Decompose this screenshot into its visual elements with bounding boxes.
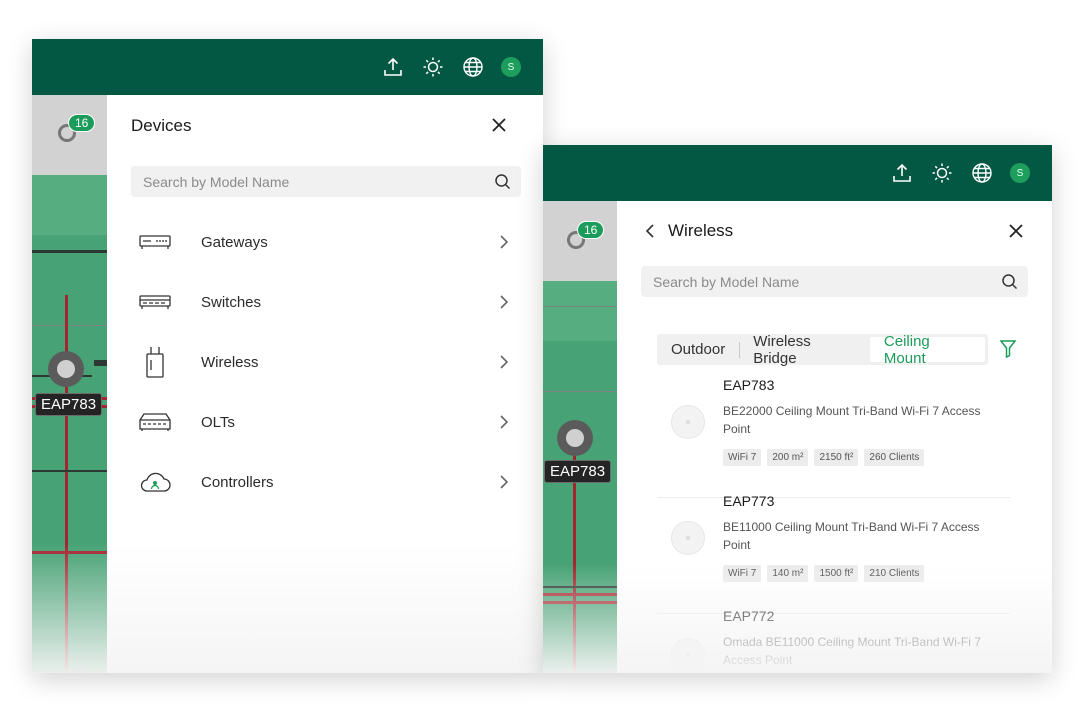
product-description: BE11000 Ceiling Mount Tri-Band Wi-Fi 7 A… [723,520,980,552]
ceiling-ap-image [671,521,705,555]
product-tags: WiFi 7 200 m² 2150 ft² 260 Clients [723,449,925,466]
search-placeholder: Search by Model Name [143,174,290,190]
top-bar-actions: S [890,145,1030,201]
category-controllers[interactable]: Controllers [137,462,509,502]
wireless-icon [137,345,173,379]
wireless-title: Wireless [668,221,734,240]
category-label: Gateways [201,233,268,251]
product-item[interactable]: EAP783 BE22000 Ceiling Mount Tri-Band Wi… [657,377,1010,498]
chevron-right-icon [499,475,509,489]
access-point-label[interactable]: EAP783 [35,393,103,416]
category-tabs: Outdoor Wireless Bridge Ceiling Mount [657,333,988,367]
devices-panel-header: Devices [107,95,543,155]
wall [543,391,617,392]
globe-icon[interactable] [970,161,994,185]
category-olts[interactable]: OLTs [137,402,509,442]
top-bar-actions: S [381,39,521,95]
tab-ceiling-mount[interactable]: Ceiling Mount [869,333,985,367]
tab-outdoor[interactable]: Outdoor [657,337,739,362]
wall [32,250,107,253]
product-tags: WiFi 7 140 m² 1500 ft² 210 Clients [723,565,925,582]
avatar[interactable]: S [1010,163,1030,183]
switch-icon [137,285,173,319]
wireless-panel-header: Wireless [617,201,1052,261]
product-name: EAP772 [723,608,775,624]
top-bar: S [32,39,543,95]
search-placeholder: Search by Model Name [653,274,800,290]
devices-title: Devices [131,116,192,135]
wall [32,470,107,472]
access-point-marker[interactable] [557,420,593,456]
tag-clients: 260 Clients [864,449,925,466]
tag-area-m2: 140 m² [767,565,809,582]
wireless-panel: Wireless Search by Model Name Outdoor Wi… [617,201,1052,673]
search-input[interactable]: Search by Model Name [641,266,1028,297]
tag-area-m2: 200 m² [767,449,809,466]
avatar[interactable]: S [501,57,521,77]
brightness-icon[interactable] [421,55,445,79]
tag-wifi: WiFi 7 [723,565,762,582]
chevron-right-icon [499,295,509,309]
devices-panel: Devices Search by Model Name Gateways Sw… [107,95,543,673]
product-description: BE22000 Ceiling Mount Tri-Band Wi-Fi 7 A… [723,404,981,436]
search-icon[interactable] [1001,273,1018,290]
back-icon[interactable] [645,223,655,239]
category-label: Switches [201,293,262,311]
devices-window: S 16 EAP783 Devices Search by Model Name… [32,39,543,673]
cable-line [573,421,576,673]
chevron-right-icon [499,355,509,369]
close-icon[interactable] [491,117,507,133]
product-name: EAP773 [723,493,775,509]
search-icon[interactable] [494,173,511,190]
wireless-window: S 16 EAP783 Wireless Search by Model Nam… [543,145,1052,673]
chevron-right-icon [499,235,509,249]
category-label: Controllers [201,473,274,491]
chevron-right-icon [499,415,509,429]
cable-line [32,551,107,554]
product-item[interactable]: EAP773 BE11000 Ceiling Mount Tri-Band Wi… [657,493,1010,614]
ceiling-ap-image [671,638,705,672]
category-label: OLTs [201,413,235,431]
cloud-controller-icon [137,465,173,499]
product-description: Omada BE11000 Ceiling Mount Tri-Band Wi-… [723,635,981,667]
category-switches[interactable]: Switches [137,282,509,322]
ceiling-ap-image [671,405,705,439]
globe-icon[interactable] [461,55,485,79]
wall [32,325,107,326]
category-wireless[interactable]: Wireless [137,342,509,382]
access-point-marker[interactable] [48,351,84,387]
product-item[interactable]: EAP772 Omada BE11000 Ceiling Mount Tri-B… [657,608,1010,673]
tag-area-ft2: 2150 ft² [814,449,859,466]
product-name: EAP783 [723,377,775,393]
wall [543,306,617,307]
wall [94,360,107,366]
category-label: Wireless [201,353,259,371]
close-icon[interactable] [1008,223,1024,239]
upload-icon[interactable] [381,55,405,79]
tab-wireless-bridge[interactable]: Wireless Bridge [739,333,867,367]
upload-icon[interactable] [890,161,914,185]
search-input[interactable]: Search by Model Name [131,166,521,197]
olt-icon [137,405,173,439]
top-bar: S [543,145,1052,201]
device-count-badge: 16 [68,114,96,132]
brightness-icon[interactable] [930,161,954,185]
wall [543,586,617,588]
access-point-label[interactable]: EAP783 [544,460,612,483]
tag-wifi: WiFi 7 [723,449,762,466]
cable-line [543,601,617,604]
device-count-badge: 16 [577,221,605,239]
cable-line [543,593,617,596]
filter-icon[interactable] [999,340,1017,359]
category-gateways[interactable]: Gateways [137,222,509,262]
tag-area-ft2: 1500 ft² [814,565,859,582]
tag-clients: 210 Clients [864,565,925,582]
gateway-icon [137,225,173,259]
